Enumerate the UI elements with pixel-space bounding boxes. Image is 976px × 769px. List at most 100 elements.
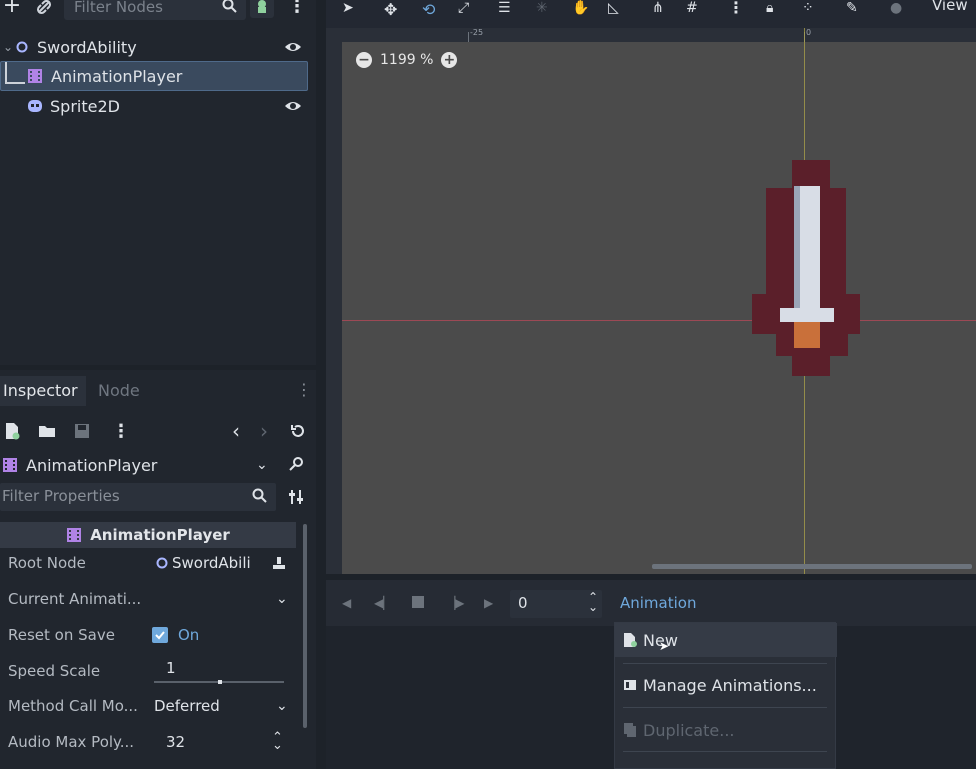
chevron-down-icon[interactable]: ⌄ — [276, 591, 288, 607]
play-icon[interactable]: ▶ — [484, 596, 493, 610]
inspector-scrollbar[interactable] — [303, 524, 307, 728]
play-from-start-icon[interactable]: ▕▶ — [446, 596, 464, 610]
pan-hand-icon[interactable]: ✋ — [572, 0, 589, 16]
viewport-scrollbar[interactable] — [652, 564, 972, 569]
time-value: 0 — [518, 594, 528, 612]
speed-scale-slider[interactable] — [154, 680, 284, 684]
new-resource-icon[interactable] — [4, 422, 20, 440]
grid-snap-icon[interactable]: # — [686, 0, 698, 16]
filter-nodes-input[interactable]: Filter Nodes — [64, 0, 246, 20]
spinner-arrows-icon[interactable]: ⌃ ⌄ — [588, 591, 598, 613]
viewport-toolbar: ➤ ✥ ⟲ ⤢ ☰ ✳ ✋ ◺ ⋔ # ⋮ 🔒︎ ⁘ ✎ ● View — [326, 0, 976, 28]
tree-item-animationplayer[interactable]: AnimationPlayer — [0, 61, 308, 91]
chevron-down-icon[interactable]: ⌄ — [3, 40, 13, 54]
section-header[interactable]: AnimationPlayer — [0, 522, 296, 548]
ruler-icon[interactable]: ◺ — [608, 0, 619, 16]
filter-properties-input[interactable]: Filter Properties — [0, 483, 276, 511]
tree-item-swordability[interactable]: ⌄ SwordAbility — [0, 32, 310, 62]
inspector-kebab-icon[interactable]: ⋮ — [296, 380, 312, 399]
menu-separator — [623, 707, 827, 708]
filter-settings-icon[interactable] — [288, 489, 304, 505]
kebab-menu-icon[interactable]: ⋮ — [288, 0, 306, 17]
zoom-out-icon[interactable]: − — [356, 52, 372, 68]
tree-item-label: AnimationPlayer — [51, 66, 183, 86]
property-current-animation[interactable]: Current Animati... ⌄ — [0, 586, 316, 612]
ruler-horizontal: -25 0 — [326, 28, 976, 42]
property-speed-scale[interactable]: Speed Scale 1 — [0, 657, 316, 685]
ruler-tick — [468, 32, 469, 42]
canvas-viewport[interactable]: -25 0 − 1199 % + — [326, 28, 976, 574]
property-reset-on-save[interactable]: Reset on Save On — [0, 622, 316, 648]
menu-item-label: Duplicate... — [643, 720, 735, 740]
tree-item-label: SwordAbility — [37, 37, 137, 57]
open-folder-icon[interactable] — [38, 424, 56, 438]
property-root-node[interactable]: Root Node SwordAbili — [0, 550, 316, 576]
visibility-eye-icon[interactable] — [284, 97, 302, 115]
stop-icon[interactable] — [412, 596, 424, 608]
filter-properties-row: Filter Properties — [0, 483, 316, 511]
view-menu[interactable]: View — [932, 0, 968, 14]
list-select-icon[interactable]: ☰ — [498, 0, 511, 16]
spinner-arrows-icon[interactable]: ⌃ ⌄ — [272, 731, 283, 752]
tab-node[interactable]: Node — [86, 376, 143, 406]
instance-scene-icon[interactable] — [250, 0, 274, 18]
property-value: 32 — [166, 733, 186, 751]
save-icon[interactable] — [74, 423, 90, 439]
animation-menu-button[interactable]: Animation — [620, 594, 696, 612]
property-method-call-mode[interactable]: Method Call Mo... Deferred ⌄ — [0, 693, 316, 719]
history-back-icon[interactable]: ‹ — [232, 419, 240, 443]
section-title: AnimationPlayer — [90, 526, 230, 544]
animation-player-icon — [27, 68, 43, 84]
property-audio-max-polyphony[interactable]: Audio Max Poly... 32 ⌃ ⌄ — [0, 729, 316, 755]
camera-override-icon[interactable]: ● — [890, 0, 902, 16]
inspector-tabs: Inspector Node — [0, 376, 143, 406]
property-value: On — [178, 626, 200, 644]
chevron-down-icon[interactable]: ⌄ — [256, 457, 268, 473]
snap-options-icon[interactable]: ⋮ — [728, 0, 744, 17]
mouse-cursor-icon: ➤ — [659, 639, 670, 653]
history-forward-icon[interactable]: › — [260, 419, 268, 443]
filter-properties-placeholder: Filter Properties — [2, 487, 120, 505]
property-label: Reset on Save — [8, 626, 115, 644]
menu-item-manage-animations[interactable]: Manage Animations... — [615, 668, 837, 702]
history-icon[interactable] — [290, 423, 306, 439]
group-icon[interactable]: ⁘ — [802, 0, 814, 16]
menu-item-duplicate: Duplicate... — [615, 713, 837, 747]
lock-icon[interactable]: 🔒︎ — [766, 0, 773, 16]
tree-item-sprite2d[interactable]: Sprite2D — [0, 91, 310, 121]
move-tool-icon[interactable]: ✥ — [384, 0, 397, 19]
rotate-tool-icon[interactable]: ⟲ — [422, 0, 435, 19]
search-icon — [252, 488, 268, 504]
play-backwards-icon[interactable]: ◀ — [342, 596, 351, 610]
ruler-tick-label: 0 — [806, 28, 812, 37]
smart-snap-icon[interactable]: ⋔ — [652, 0, 664, 16]
zoom-in-icon[interactable]: + — [441, 52, 458, 68]
object-name: AnimationPlayer — [26, 455, 158, 475]
scale-tool-icon[interactable]: ⤢ — [458, 0, 469, 16]
sword-sprite[interactable] — [750, 158, 860, 378]
pivot-icon[interactable]: ✳ — [536, 0, 548, 16]
add-node-icon[interactable]: + — [2, 0, 22, 18]
visibility-eye-icon[interactable] — [284, 38, 302, 56]
zoom-level[interactable]: 1199 % — [380, 52, 433, 68]
checkbox-checked-icon[interactable] — [152, 627, 168, 643]
link-icon[interactable] — [34, 0, 54, 16]
time-input[interactable]: 0 ⌃ ⌄ — [510, 590, 602, 618]
property-label: Method Call Mo... — [8, 697, 138, 715]
filter-nodes-placeholder: Filter Nodes — [74, 0, 163, 16]
clear-node-icon[interactable] — [272, 556, 286, 570]
tree-item-label: Sprite2D — [50, 96, 120, 116]
select-tool-icon[interactable]: ➤ — [342, 0, 354, 16]
chevron-down-icon[interactable]: ⌄ — [276, 698, 288, 714]
object-search-icon[interactable] — [288, 456, 306, 474]
object-selector[interactable]: AnimationPlayer ⌄ — [0, 452, 316, 478]
bone-icon[interactable]: ✎ — [846, 0, 858, 16]
more-options-icon[interactable]: ⋮ — [112, 421, 130, 442]
sword-crossguard — [780, 308, 834, 322]
play-backwards-from-end-icon[interactable]: ◀▏ — [374, 596, 392, 610]
node2d-icon — [16, 41, 28, 53]
menu-item-new[interactable]: New ➤ — [615, 623, 837, 657]
tab-inspector[interactable]: Inspector — [0, 376, 86, 406]
speed-scale-slider-handle[interactable] — [218, 680, 222, 684]
zoom-controls: − 1199 % + — [356, 52, 458, 68]
